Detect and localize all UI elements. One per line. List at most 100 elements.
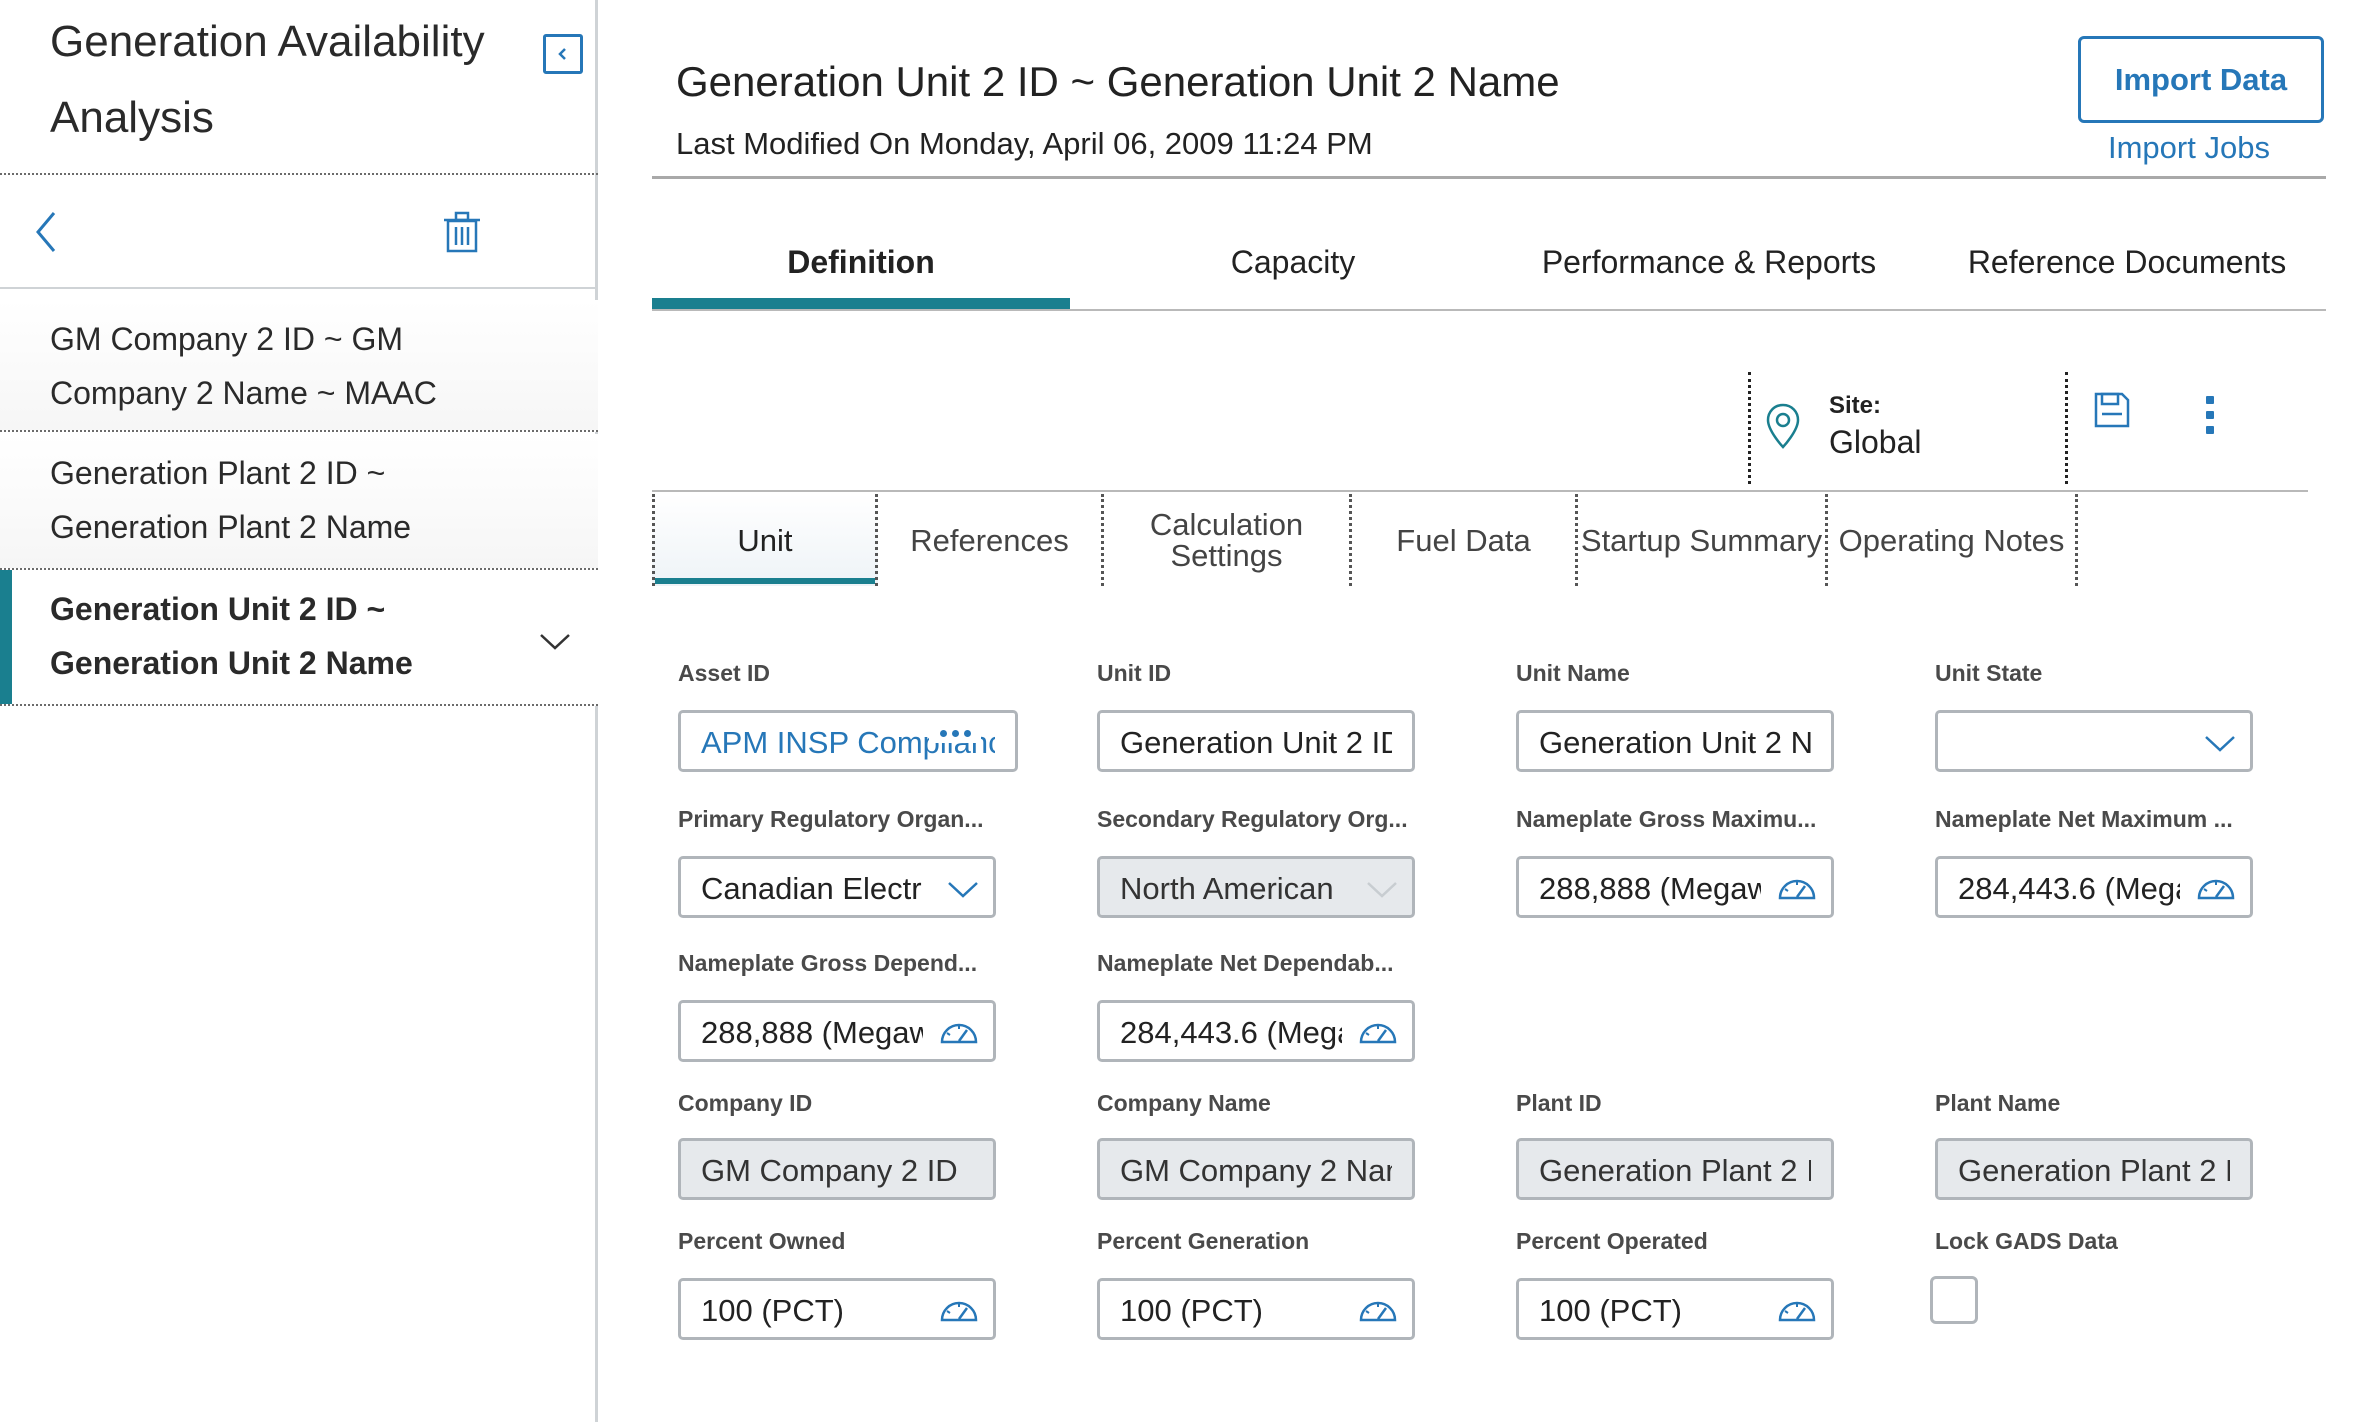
secondary-regulatory-org-value: North American Electric	[1120, 871, 1342, 906]
secondary-regulatory-org-label: Secondary Regulatory Org...	[1097, 806, 1408, 832]
unit-name-label: Unit Name	[1516, 660, 1630, 686]
gauge-icon[interactable]	[2194, 871, 2238, 905]
tab-performance-reports[interactable]: Performance & Reports	[1500, 214, 1918, 310]
nameplate-gross-dep-input[interactable]: 288,888 (Megawatts)	[678, 1000, 996, 1062]
plant-id-value: Generation Plant 2 ID	[1539, 1153, 1811, 1188]
import-data-button[interactable]: Import Data	[2078, 36, 2324, 123]
chevron-down-icon	[941, 873, 985, 907]
save-icon	[2094, 392, 2130, 428]
nameplate-net-dep-label: Nameplate Net Dependab...	[1097, 950, 1394, 976]
plant-name-field: Generation Plant 2 Name	[1935, 1138, 2253, 1200]
nameplate-gross-dep-label: Nameplate Gross Depend...	[678, 950, 978, 976]
subtab-fuel-data[interactable]: Fuel Data	[1352, 494, 1578, 586]
primary-regulatory-org-value: Canadian Electricity	[701, 871, 923, 906]
app-title: Generation Availability Analysis	[50, 17, 485, 142]
unit-state-select[interactable]	[1935, 710, 2253, 772]
last-modified-text: Last Modified On Monday, April 06, 2009 …	[676, 126, 1373, 161]
company-name-value: GM Company 2 Name	[1120, 1153, 1392, 1188]
percent-generation-input[interactable]: 100 (PCT)	[1097, 1278, 1415, 1340]
unit-id-input[interactable]: Generation Unit 2 ID	[1097, 710, 1415, 772]
nameplate-gross-dep-value: 288,888 (Megawatts)	[701, 1015, 923, 1050]
gauge-icon[interactable]	[1775, 871, 1819, 905]
percent-generation-label: Percent Generation	[1097, 1228, 1310, 1254]
company-id-label: Company ID	[678, 1090, 813, 1116]
nameplate-gross-max-label: Nameplate Gross Maximu...	[1516, 806, 1817, 832]
subtab-startup-summary[interactable]: Startup Summary	[1578, 494, 1828, 586]
gauge-icon[interactable]	[1356, 1015, 1400, 1049]
subtab-unit[interactable]: Unit	[652, 494, 878, 586]
collapse-icon	[558, 48, 566, 60]
sidebar: Generation Availability Analysis GM Comp…	[0, 0, 598, 1422]
unit-name-value: Generation Unit 2 Name	[1539, 725, 1811, 760]
lock-gads-label: Lock GADS Data	[1935, 1228, 2118, 1254]
import-jobs-link[interactable]: Import Jobs	[2108, 130, 2270, 166]
secondary-regulatory-org-select: North American Electric	[1097, 856, 1415, 918]
percent-operated-label: Percent Operated	[1516, 1228, 1708, 1254]
company-id-value: GM Company 2 ID	[701, 1153, 958, 1188]
active-indicator	[0, 570, 12, 704]
asset-id-field[interactable]: APM INSP Compliance	[678, 710, 1018, 772]
company-name-label: Company Name	[1097, 1090, 1271, 1116]
nameplate-net-dep-value: 284,443.6 (Megawatts)	[1120, 1015, 1342, 1050]
page-title: Generation Unit 2 ID ~ Generation Unit 2…	[676, 58, 1560, 105]
divider	[652, 309, 2326, 311]
company-id-field: GM Company 2 ID	[678, 1138, 996, 1200]
gauge-icon[interactable]	[937, 1293, 981, 1327]
gauge-icon[interactable]	[937, 1015, 981, 1049]
back-icon	[36, 212, 56, 252]
primary-regulatory-org-label: Primary Regulatory Organ...	[678, 806, 984, 832]
sidebar-item-label: Generation Unit 2 ID ~ Generation Unit 2…	[50, 591, 413, 681]
sidebar-header: Generation Availability Analysis	[0, 0, 598, 175]
subtab-bar: Unit References Calculation Settings Fue…	[652, 490, 2308, 590]
sidebar-item-plant[interactable]: Generation Plant 2 ID ~ Generation Plant…	[0, 434, 598, 570]
nameplate-gross-max-value: 288,888 (Megawatts)	[1539, 871, 1761, 906]
tab-capacity[interactable]: Capacity	[1084, 214, 1502, 310]
chevron-down-icon[interactable]	[538, 632, 572, 652]
sidebar-item-company[interactable]: GM Company 2 ID ~ GM Company 2 Name ~ MA…	[0, 300, 598, 432]
trash-icon	[444, 211, 480, 253]
collapse-sidebar-button[interactable]	[543, 34, 583, 74]
plant-id-label: Plant ID	[1516, 1090, 1602, 1116]
nameplate-net-max-label: Nameplate Net Maximum ...	[1935, 806, 2233, 832]
unit-state-label: Unit State	[1935, 660, 2043, 686]
subtab-operating-notes[interactable]: Operating Notes	[1828, 494, 2078, 586]
active-subtab-indicator	[655, 578, 875, 584]
percent-operated-input[interactable]: 100 (PCT)	[1516, 1278, 1834, 1340]
save-button[interactable]	[2092, 390, 2136, 434]
primary-regulatory-org-select[interactable]: Canadian Electricity	[678, 856, 996, 918]
sidebar-toolbar	[0, 177, 598, 289]
site-label: Site:	[1829, 392, 1882, 419]
lock-gads-checkbox[interactable]	[1930, 1276, 1978, 1324]
asset-id-label: Asset ID	[678, 660, 771, 686]
subtab-references[interactable]: References	[878, 494, 1104, 586]
chevron-down-icon	[1360, 873, 1404, 907]
nameplate-net-max-input[interactable]: 284,443.6 (Megawatts)	[1935, 856, 2253, 918]
divider	[652, 176, 2326, 179]
sidebar-item-unit[interactable]: Generation Unit 2 ID ~ Generation Unit 2…	[0, 570, 598, 706]
plant-id-field: Generation Plant 2 ID	[1516, 1138, 1834, 1200]
more-options-button[interactable]	[2198, 390, 2222, 440]
percent-owned-input[interactable]: 100 (PCT)	[678, 1278, 996, 1340]
company-name-field: GM Company 2 Name	[1097, 1138, 1415, 1200]
gauge-icon[interactable]	[1775, 1293, 1819, 1327]
gauge-icon[interactable]	[1356, 1293, 1400, 1327]
ellipsis-icon[interactable]	[929, 723, 981, 743]
sidebar-item-label: Generation Plant 2 ID ~ Generation Plant…	[50, 455, 412, 545]
plant-name-label: Plant Name	[1935, 1090, 2061, 1116]
unit-name-input[interactable]: Generation Unit 2 Name	[1516, 710, 1834, 772]
site-value: Global	[1829, 424, 1922, 460]
tab-reference-documents[interactable]: Reference Documents	[1918, 214, 2336, 310]
plant-name-value: Generation Plant 2 Name	[1958, 1153, 2230, 1188]
chevron-down-icon	[2198, 727, 2242, 761]
percent-generation-value: 100 (PCT)	[1120, 1293, 1263, 1328]
tab-definition[interactable]: Definition	[652, 214, 1070, 310]
nameplate-net-dep-input[interactable]: 284,443.6 (Megawatts)	[1097, 1000, 1415, 1062]
percent-owned-label: Percent Owned	[678, 1228, 846, 1254]
percent-operated-value: 100 (PCT)	[1539, 1293, 1682, 1328]
unit-id-label: Unit ID	[1097, 660, 1172, 686]
back-button[interactable]	[28, 207, 68, 257]
nameplate-gross-max-input[interactable]: 288,888 (Megawatts)	[1516, 856, 1834, 918]
site-selector[interactable]: Site: Global	[1748, 372, 2068, 484]
delete-button[interactable]	[442, 209, 482, 257]
subtab-calculation-settings[interactable]: Calculation Settings	[1104, 494, 1352, 586]
